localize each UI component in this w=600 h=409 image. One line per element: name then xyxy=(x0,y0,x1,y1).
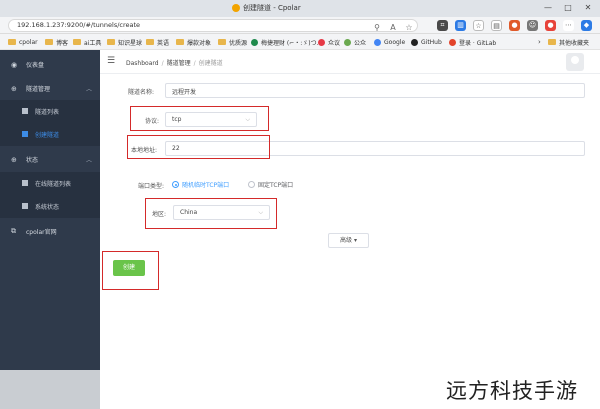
read-aloud-icon[interactable]: A xyxy=(387,22,399,34)
bookmark-item[interactable]: 公众 xyxy=(344,37,366,47)
site-icon xyxy=(344,38,351,46)
split-screen-icon[interactable]: ▥ xyxy=(455,20,466,31)
sidebar: ◉ 仪表盘 ⊕ 隧道管理 ︿ 隧道列表 创建隧道 ⊕ 状态 ︿ 在线隧道列表 系… xyxy=(0,50,100,370)
folder-icon xyxy=(548,39,556,45)
radio-dot-icon xyxy=(248,181,255,188)
minimize-icon[interactable]: — xyxy=(540,2,556,14)
addon-red-icon[interactable]: ● xyxy=(545,20,556,31)
sidebar-item-tunnel-management[interactable]: ⊕ 隧道管理 ︿ xyxy=(0,77,100,100)
bookmark-item[interactable]: 爆款对象 xyxy=(176,37,211,47)
sidebar-item-online-tunnels[interactable]: 在线隧道列表 xyxy=(0,172,100,195)
bookmarks-bar: cpolar 博客 ai工具 知识星球 英语 爆款对象 优质源 梅捷理财 (⌐・… xyxy=(0,34,600,50)
site-icon xyxy=(251,38,258,46)
bookmark-item[interactable]: 优质源 xyxy=(218,37,247,47)
advanced-toggle-button[interactable]: 高级 ▾ xyxy=(328,233,369,248)
folder-icon xyxy=(176,39,184,45)
address-bar: 192.168.1.237:9200/#/tunnels/create ⚲ A … xyxy=(0,17,600,34)
port-type-fixed-radio[interactable]: 固定TCP端口 xyxy=(248,180,293,189)
url-text: 192.168.1.237:9200/#/tunnels/create xyxy=(17,21,141,29)
sidebar-item-dashboard[interactable]: ◉ 仪表盘 xyxy=(0,53,100,76)
highlight-box-local-address xyxy=(127,135,270,159)
bookmark-item[interactable]: cpolar xyxy=(8,37,38,47)
port-type-label: 端口类型: xyxy=(138,183,165,190)
list-icon xyxy=(22,180,28,186)
browser-titlebar: 创建隧道 - Cpolar — □ ✕ xyxy=(0,0,600,17)
addon-icon[interactable]: ● xyxy=(509,20,520,31)
site-icon xyxy=(318,38,325,46)
github-icon xyxy=(411,38,418,46)
chevron-up-icon: ︿ xyxy=(85,86,92,93)
url-input[interactable]: 192.168.1.237:9200/#/tunnels/create ⚲ A … xyxy=(8,19,418,32)
list-icon xyxy=(22,131,28,137)
profile-icon[interactable]: ☺ xyxy=(527,20,538,31)
external-link-icon: ⧉ xyxy=(11,227,16,235)
sidebar-item-create-tunnel[interactable]: 创建隧道 xyxy=(0,123,100,146)
bookmark-item[interactable]: 英语 xyxy=(146,37,169,47)
maximize-icon[interactable]: □ xyxy=(560,2,576,14)
tunnel-name-label: 隧道名称: xyxy=(128,89,155,96)
breadcrumb: Dashboard / 隧道管理 / 创建隧道 xyxy=(126,60,223,67)
breadcrumb-current: 创建隧道 xyxy=(198,60,223,67)
extension-icon[interactable]: ⌗ xyxy=(437,20,448,31)
bookmark-item[interactable]: GitHub xyxy=(411,37,442,47)
dashboard-icon: ◉ xyxy=(11,60,18,69)
google-icon xyxy=(374,38,381,46)
sidebar-item-status[interactable]: ⊕ 状态 ︿ xyxy=(0,148,100,171)
tunnel-name-input[interactable]: 远程开发 xyxy=(165,83,585,98)
sidebar-item-system-status[interactable]: 系统状态 xyxy=(0,195,100,218)
collections-icon[interactable]: ▤ xyxy=(491,20,502,31)
watermark-text: 远方科技手游 xyxy=(446,379,578,403)
tab-title[interactable]: 创建隧道 - Cpolar xyxy=(243,3,301,13)
chevron-up-icon: ︿ xyxy=(85,157,92,164)
highlight-box-region xyxy=(145,198,277,229)
main-header: ☰ Dashboard / 隧道管理 / 创建隧道 xyxy=(100,50,600,74)
folder-icon xyxy=(146,39,154,45)
highlight-box-protocol xyxy=(130,106,269,131)
sidebar-footer xyxy=(0,370,100,409)
bookmark-item[interactable]: Google xyxy=(374,37,405,47)
folder-icon xyxy=(73,39,81,45)
folder-icon xyxy=(8,39,16,45)
cpolar-favicon-icon xyxy=(232,4,240,12)
bookmark-item[interactable]: 众议 xyxy=(318,37,340,47)
sidebar-item-tunnel-list[interactable]: 隧道列表 xyxy=(0,100,100,123)
folder-icon xyxy=(107,39,115,45)
list-icon xyxy=(22,203,28,209)
avatar[interactable] xyxy=(566,53,584,71)
bookmark-item[interactable]: 博客 xyxy=(45,37,68,47)
bookmark-item[interactable]: 登录 · GitLab xyxy=(449,37,496,47)
gitlab-icon xyxy=(449,38,456,46)
hamburger-menu-icon[interactable]: ☰ xyxy=(107,56,115,66)
bookmark-item[interactable]: ai工具 xyxy=(73,37,101,47)
breadcrumb-tunnel-management[interactable]: 隧道管理 xyxy=(167,60,191,67)
bookmark-item[interactable]: 其他收藏夹 xyxy=(548,37,589,47)
more-icon[interactable]: ⋯ xyxy=(563,20,574,31)
plus-circle-icon: ⊕ xyxy=(11,155,17,164)
favorite-star-icon[interactable]: ☆ xyxy=(403,22,415,34)
sidebar-item-cpolar-website[interactable]: ⧉ cpolar官网 xyxy=(0,220,100,243)
bookmarks-overflow-chevron-icon[interactable]: › xyxy=(538,37,541,47)
plus-circle-icon: ⊕ xyxy=(11,84,17,93)
bookmark-item[interactable]: 知识星球 xyxy=(107,37,142,47)
list-icon xyxy=(22,108,28,114)
copilot-icon[interactable]: ◆ xyxy=(581,20,592,31)
bookmark-item[interactable]: 梅捷理财 (⌐・:ゞ)つ... xyxy=(251,37,322,47)
breadcrumb-dashboard[interactable]: Dashboard xyxy=(126,60,159,67)
key-icon[interactable]: ⚲ xyxy=(371,22,383,34)
highlight-box-create xyxy=(102,251,159,290)
port-type-random-radio[interactable]: 随机临时TCP端口 xyxy=(172,180,229,189)
close-icon[interactable]: ✕ xyxy=(580,2,596,14)
folder-icon xyxy=(218,39,226,45)
radio-dot-icon xyxy=(172,181,179,188)
favorites-icon[interactable]: ☆ xyxy=(473,20,484,31)
folder-icon xyxy=(45,39,53,45)
